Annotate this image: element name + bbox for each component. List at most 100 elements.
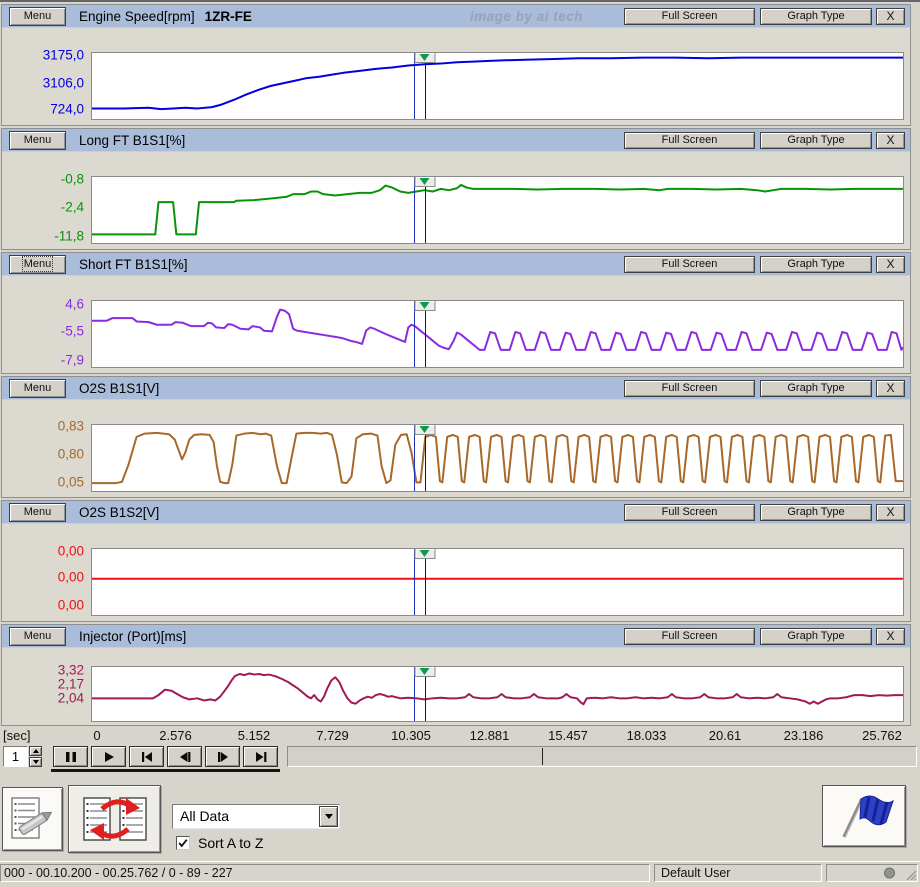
graph-panel: Menu Long FT B1S1[%] Full Screen Graph T… bbox=[1, 128, 911, 250]
panel-header: Menu Short FT B1S1[%] Full Screen Graph … bbox=[2, 253, 910, 276]
menu-button-label: Menu bbox=[24, 382, 52, 394]
plot-area[interactable] bbox=[91, 666, 904, 722]
menu-button[interactable]: Menu bbox=[9, 7, 66, 26]
plot-area[interactable] bbox=[91, 548, 904, 616]
cursor-handle[interactable] bbox=[414, 424, 435, 435]
cursor-handle[interactable] bbox=[414, 548, 435, 559]
step-value-field[interactable]: 1 bbox=[3, 746, 28, 767]
step-down-button[interactable] bbox=[29, 757, 42, 767]
graph-panel: Menu Injector (Port)[ms] Full Screen Gra… bbox=[1, 624, 911, 726]
list-pen-icon bbox=[10, 796, 56, 842]
y-axis-label-top: 0,83 bbox=[58, 419, 84, 434]
step-up-button[interactable] bbox=[29, 746, 42, 756]
playback-position-track[interactable] bbox=[287, 746, 917, 767]
cursor-handle-triangle-icon bbox=[420, 302, 430, 309]
sort-option: Sort A to Z bbox=[176, 835, 263, 851]
status-bar: 000 - 00.10.200 - 00.25.762 / 0 - 89 - 2… bbox=[0, 861, 920, 884]
record-list-button[interactable] bbox=[2, 787, 63, 851]
plot-area[interactable] bbox=[91, 424, 904, 492]
signal-trace bbox=[92, 549, 903, 615]
graphtype-button[interactable]: Graph Type bbox=[760, 628, 872, 645]
dropdown-arrow-button[interactable] bbox=[319, 806, 338, 827]
panel-body: 3175,0 3106,0 724,0 bbox=[2, 28, 910, 124]
fullscreen-button[interactable]: Full Screen bbox=[624, 380, 755, 397]
menu-button[interactable]: Menu bbox=[9, 131, 66, 150]
y-axis-label-top: -0,8 bbox=[61, 171, 84, 186]
cursor-handle[interactable] bbox=[414, 300, 435, 311]
fullscreen-button[interactable]: Full Screen bbox=[624, 132, 755, 149]
y-axis-label-mid: -5,5 bbox=[61, 323, 84, 338]
fullscreen-button[interactable]: Full Screen bbox=[624, 628, 755, 645]
status-indicator-section bbox=[826, 864, 918, 882]
graph-panel: Menu Short FT B1S1[%] Full Screen Graph … bbox=[1, 252, 911, 374]
step-forward-icon bbox=[215, 751, 231, 763]
graphtype-button[interactable]: Graph Type bbox=[760, 132, 872, 149]
close-button[interactable]: X bbox=[876, 132, 905, 149]
signal-trace bbox=[92, 53, 903, 119]
time-axis: [sec] 02.5765.1527.72910.30512.88115.457… bbox=[0, 728, 920, 745]
data-filter-dropdown[interactable]: All Data bbox=[172, 804, 340, 829]
plot-area[interactable] bbox=[91, 52, 904, 120]
menu-button-label: Menu bbox=[24, 506, 52, 518]
menu-button[interactable]: Menu bbox=[9, 503, 66, 522]
plot-area[interactable] bbox=[91, 300, 904, 368]
plot-area[interactable] bbox=[91, 176, 904, 244]
y-axis-labels: 4,6 -5,5 -7,9 bbox=[2, 300, 87, 368]
panel-body: 3,32 2,17 2,04 bbox=[2, 648, 910, 724]
graph-panel: Menu Engine Speed[rpm] 1ZR-FE image by a… bbox=[1, 4, 911, 126]
swap-lists-button[interactable] bbox=[68, 785, 161, 853]
signal-trace bbox=[92, 177, 903, 243]
menu-button[interactable]: Menu bbox=[9, 627, 66, 646]
sort-checkbox[interactable] bbox=[176, 836, 190, 850]
menu-button-label: Menu bbox=[24, 134, 52, 146]
step-back-icon bbox=[177, 751, 193, 763]
fullscreen-button[interactable]: Full Screen bbox=[624, 504, 755, 521]
flag-button[interactable] bbox=[822, 785, 906, 847]
signal-trace bbox=[92, 667, 903, 721]
fullscreen-button[interactable]: Full Screen bbox=[624, 8, 755, 25]
graphtype-button[interactable]: Graph Type bbox=[760, 256, 872, 273]
close-button[interactable]: X bbox=[876, 380, 905, 397]
cursor-handle[interactable] bbox=[414, 666, 435, 677]
y-axis-label-mid: 0,80 bbox=[58, 446, 84, 461]
menu-button[interactable]: Menu bbox=[9, 255, 66, 274]
panel-header: Menu O2S B1S1[V] Full Screen Graph Type … bbox=[2, 377, 910, 400]
y-axis-label-bottom: 0,05 bbox=[58, 475, 84, 490]
connection-status-icon bbox=[884, 868, 895, 879]
close-button[interactable]: X bbox=[876, 504, 905, 521]
cursor-handle[interactable] bbox=[414, 176, 435, 187]
time-tick-label: 5.152 bbox=[238, 728, 271, 743]
play-button[interactable] bbox=[91, 746, 126, 767]
graphtype-button[interactable]: Graph Type bbox=[760, 8, 872, 25]
footer-toolbar: All Data Sort A to Z bbox=[0, 771, 920, 861]
cursor-handle-triangle-icon bbox=[420, 668, 430, 675]
time-axis-unit-label: [sec] bbox=[3, 728, 30, 743]
resize-grip-icon[interactable] bbox=[903, 867, 917, 881]
skip-start-button[interactable] bbox=[129, 746, 164, 767]
step-back-button[interactable] bbox=[167, 746, 202, 767]
y-axis-label-top: 4,6 bbox=[65, 297, 84, 312]
y-axis-label-top: 0,00 bbox=[58, 543, 84, 558]
panel-header: Menu Long FT B1S1[%] Full Screen Graph T… bbox=[2, 129, 910, 152]
step-forward-button[interactable] bbox=[205, 746, 240, 767]
graphtype-button[interactable]: Graph Type bbox=[760, 380, 872, 397]
y-axis-label-bottom: -7,9 bbox=[61, 352, 84, 367]
cursor-handle[interactable] bbox=[414, 52, 435, 63]
panel-title: Engine Speed[rpm] bbox=[79, 9, 195, 24]
y-axis-label-mid: -2,4 bbox=[61, 200, 84, 215]
y-axis-label-mid: 2,17 bbox=[58, 676, 84, 691]
pause-button[interactable] bbox=[53, 746, 88, 767]
skip-end-button[interactable] bbox=[243, 746, 278, 767]
graph-panel-stack: Menu Engine Speed[rpm] 1ZR-FE image by a… bbox=[0, 2, 920, 726]
time-tick-label: 23.186 bbox=[784, 728, 824, 743]
menu-button[interactable]: Menu bbox=[9, 379, 66, 398]
close-button[interactable]: X bbox=[876, 8, 905, 25]
fullscreen-button[interactable]: Full Screen bbox=[624, 256, 755, 273]
close-button[interactable]: X bbox=[876, 256, 905, 273]
y-axis-labels: -0,8 -2,4 -11,8 bbox=[2, 176, 87, 244]
cursor-handle-triangle-icon bbox=[420, 54, 430, 61]
y-axis-labels: 3,32 2,17 2,04 bbox=[2, 666, 87, 722]
checkmark-icon bbox=[178, 838, 188, 848]
graphtype-button[interactable]: Graph Type bbox=[760, 504, 872, 521]
close-button[interactable]: X bbox=[876, 628, 905, 645]
